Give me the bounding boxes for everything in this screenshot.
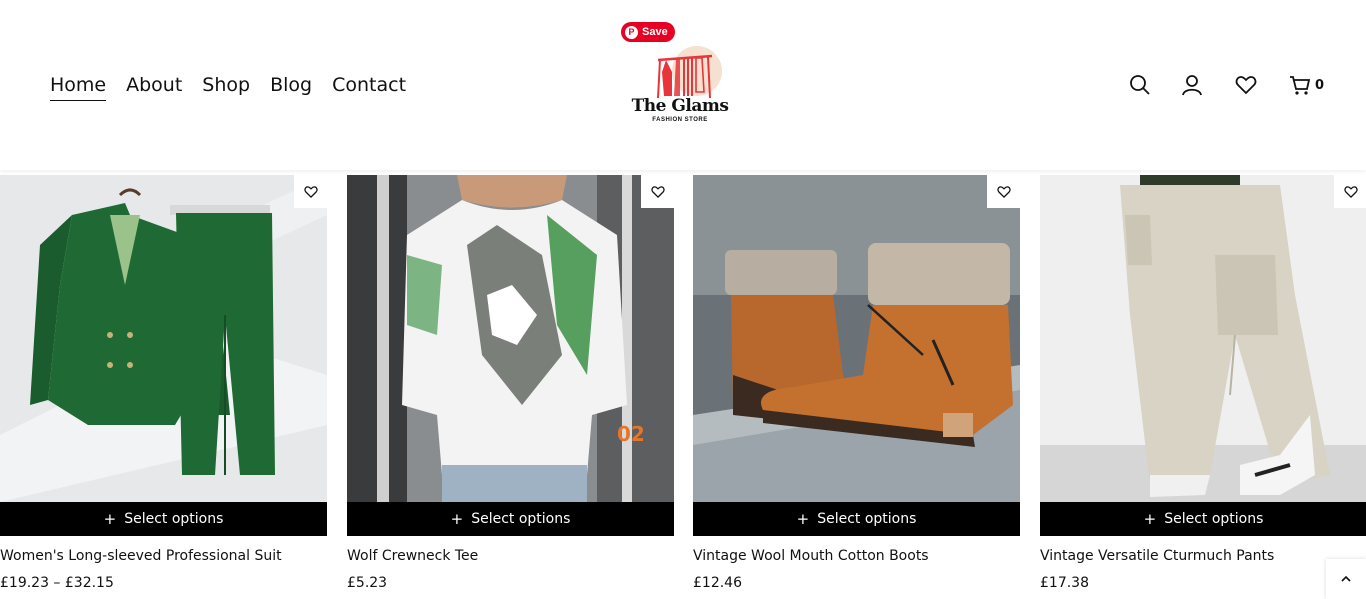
nav-contact[interactable]: Contact bbox=[332, 72, 406, 101]
clothes-rack-icon bbox=[657, 54, 713, 99]
wishlist-button[interactable] bbox=[987, 175, 1020, 208]
product-price: £5.23 bbox=[347, 575, 388, 591]
heart-icon[interactable] bbox=[1233, 72, 1259, 98]
product-card: 02 + Select options Wolf Crewneck Tee £5… bbox=[347, 175, 674, 599]
product-price: £17.38 bbox=[1040, 575, 1089, 591]
product-name[interactable]: Wolf Crewneck Tee bbox=[347, 548, 674, 564]
nav-home[interactable]: Home bbox=[50, 72, 107, 101]
heart-icon bbox=[650, 185, 665, 198]
select-options-label: Select options bbox=[124, 511, 224, 527]
back-to-top-button[interactable] bbox=[1326, 559, 1366, 599]
select-options-button[interactable]: + Select options bbox=[0, 502, 327, 536]
site-header: Home About Shop Blog Contact P Save The … bbox=[0, 0, 1366, 170]
nav-blog[interactable]: Blog bbox=[270, 72, 312, 101]
product-name[interactable]: Women's Long-sleeved Professional Suit bbox=[0, 548, 327, 564]
product-name[interactable]: Vintage Wool Mouth Cotton Boots bbox=[693, 548, 1020, 564]
select-options-button[interactable]: + Select options bbox=[693, 502, 1020, 536]
nav-shop[interactable]: Shop bbox=[202, 72, 250, 101]
heart-icon bbox=[996, 185, 1011, 198]
logo-title: The Glams bbox=[631, 96, 729, 116]
cart-icon[interactable] bbox=[1287, 72, 1313, 98]
cart-count: 0 bbox=[1315, 77, 1325, 93]
product-image[interactable]: 02 bbox=[347, 175, 674, 502]
heart-icon bbox=[303, 185, 318, 198]
select-options-label: Select options bbox=[1164, 511, 1264, 527]
pinterest-icon: P bbox=[625, 25, 638, 39]
product-image[interactable] bbox=[1040, 175, 1366, 502]
select-options-button[interactable]: + Select options bbox=[347, 502, 674, 536]
pinterest-save-button[interactable]: P Save bbox=[621, 22, 675, 42]
store-logo[interactable]: The Glams FASHION STORE bbox=[626, 44, 736, 128]
product-card: + Select options Women's Long-sleeved Pr… bbox=[0, 175, 327, 599]
header-actions: 0 bbox=[1127, 72, 1324, 98]
logo-subtitle: FASHION STORE bbox=[652, 117, 708, 123]
product-card: + Select options Vintage Wool Mouth Cott… bbox=[693, 175, 1020, 599]
pinterest-save-label: Save bbox=[642, 26, 668, 38]
select-options-label: Select options bbox=[471, 511, 571, 527]
product-card: + Select options Vintage Versatile Cturm… bbox=[1040, 175, 1366, 599]
nav-about[interactable]: About bbox=[126, 72, 182, 101]
plus-icon: + bbox=[450, 509, 464, 528]
product-image[interactable] bbox=[0, 175, 327, 502]
product-name[interactable]: Vintage Versatile Cturmuch Pants bbox=[1040, 548, 1366, 564]
user-icon[interactable] bbox=[1179, 72, 1205, 98]
plus-icon: + bbox=[796, 509, 810, 528]
search-icon[interactable] bbox=[1127, 72, 1153, 98]
select-options-label: Select options bbox=[817, 511, 917, 527]
wishlist-button[interactable] bbox=[294, 175, 327, 208]
product-price: £12.46 bbox=[693, 575, 742, 591]
plus-icon: + bbox=[103, 509, 117, 528]
wishlist-button[interactable] bbox=[641, 175, 674, 208]
chevron-up-icon bbox=[1341, 575, 1351, 582]
wishlist-button[interactable] bbox=[1334, 175, 1366, 208]
product-price: £19.23 – £32.15 bbox=[0, 575, 114, 591]
product-image[interactable] bbox=[693, 175, 1020, 502]
product-grid: + Select options Women's Long-sleeved Pr… bbox=[0, 175, 1366, 599]
plus-icon: + bbox=[1143, 509, 1157, 528]
main-nav: Home About Shop Blog Contact bbox=[50, 72, 406, 101]
select-options-button[interactable]: + Select options bbox=[1040, 502, 1366, 536]
svg-text:02: 02 bbox=[617, 422, 645, 446]
heart-icon bbox=[1343, 185, 1358, 198]
